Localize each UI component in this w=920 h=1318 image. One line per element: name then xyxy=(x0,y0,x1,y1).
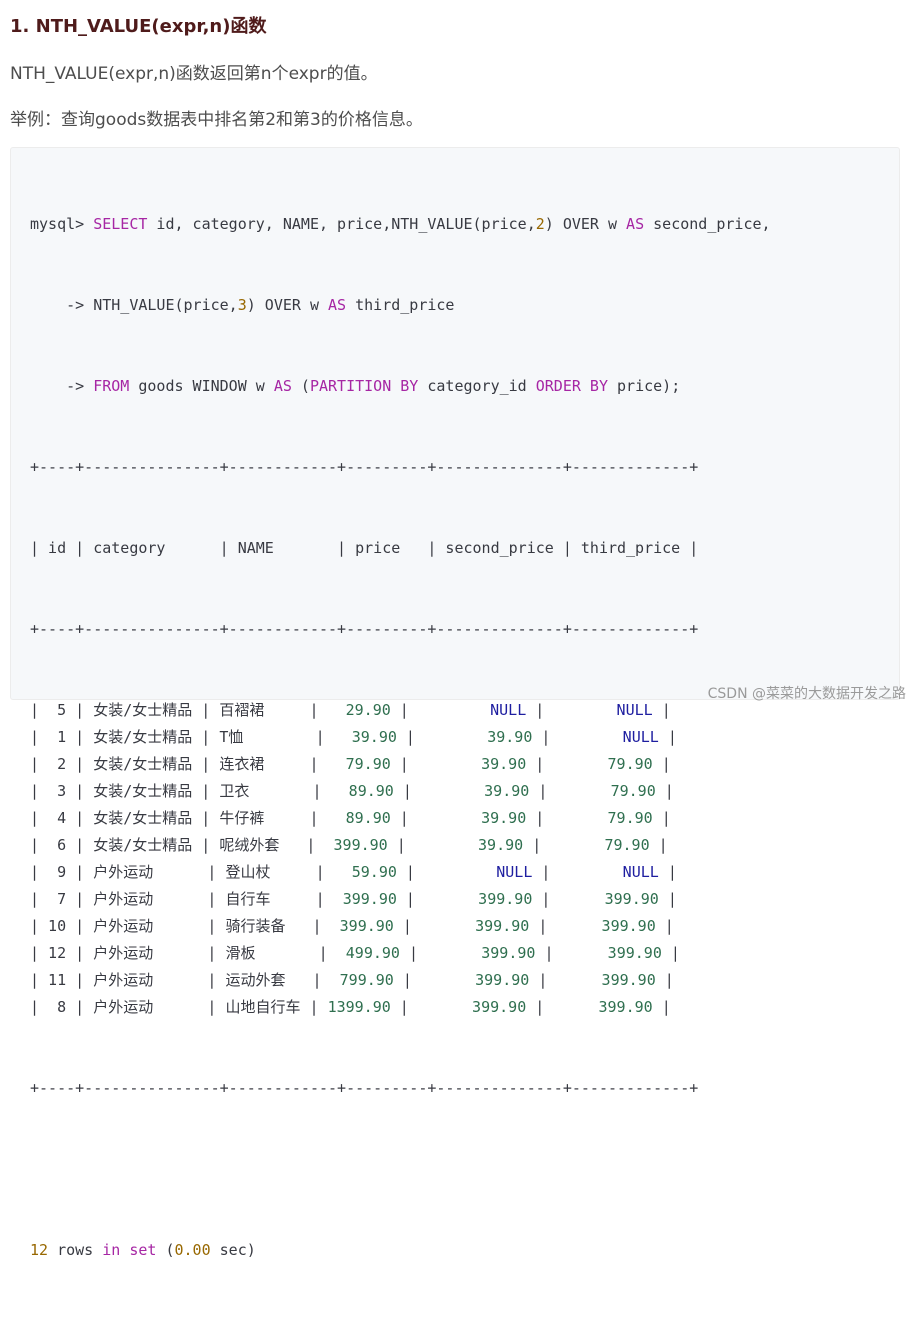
table-row: | 7 | 户外运动 | 自行车 | 399.90 | 399.90 | 399… xyxy=(30,890,677,908)
table-border-bottom: +----+---------------+------------+-----… xyxy=(30,1079,699,1097)
table-row: | 1 | 女装/女士精品 | T恤 | 39.90 | 39.90 | NUL… xyxy=(30,728,677,746)
table-row: | 10 | 户外运动 | 骑行装备 | 399.90 | 399.90 | 3… xyxy=(30,917,674,935)
table-row: | 3 | 女装/女士精品 | 卫衣 | 89.90 | 39.90 | 79.… xyxy=(30,782,674,800)
query-line-1: mysql> SELECT id, category, NAME, price,… xyxy=(30,215,771,233)
table-row: | 4 | 女装/女士精品 | 牛仔裤 | 89.90 | 39.90 | 79… xyxy=(30,809,671,827)
query-line-3: -> FROM goods WINDOW w AS (PARTITION BY … xyxy=(30,377,681,395)
table-header-row: | id | category | NAME | price | second_… xyxy=(30,539,699,557)
table-body: | 5 | 女装/女士精品 | 百褶裙 | 29.90 | NULL | NUL… xyxy=(30,697,771,1021)
table-border-mid: +----+---------------+------------+-----… xyxy=(30,620,699,638)
code-content: mysql> SELECT id, category, NAME, price,… xyxy=(30,157,771,1318)
csdn-watermark: CSDN @菜菜的大数据开发之路 xyxy=(707,686,906,702)
table-row: | 9 | 户外运动 | 登山杖 | 59.90 | NULL | NULL | xyxy=(30,863,677,881)
result-summary: 12 rows in set (0.00 sec) xyxy=(30,1241,256,1259)
table-row: | 11 | 户外运动 | 运动外套 | 799.90 | 399.90 | 3… xyxy=(30,971,674,989)
section-heading: 1. NTH_VALUE(expr,n)函数 xyxy=(10,16,267,37)
table-border-top: +----+---------------+------------+-----… xyxy=(30,458,699,476)
table-row: | 8 | 户外运动 | 山地自行车 | 1399.90 | 399.90 | … xyxy=(30,998,671,1016)
table-row: | 6 | 女装/女士精品 | 呢绒外套 | 399.90 | 39.90 | … xyxy=(30,836,668,854)
example-paragraph: 举例：查询goods数据表中排名第2和第3的价格信息。 xyxy=(10,110,423,130)
table-row: | 2 | 女装/女士精品 | 连衣裙 | 79.90 | 39.90 | 79… xyxy=(30,755,671,773)
table-row: | 12 | 户外运动 | 滑板 | 499.90 | 399.90 | 399… xyxy=(30,944,680,962)
description-paragraph: NTH_VALUE(expr,n)函数返回第n个expr的值。 xyxy=(10,64,378,84)
query-line-2: -> NTH_VALUE(price,3) OVER w AS third_pr… xyxy=(30,296,455,314)
code-block[interactable]: mysql> SELECT id, category, NAME, price,… xyxy=(10,147,900,1259)
